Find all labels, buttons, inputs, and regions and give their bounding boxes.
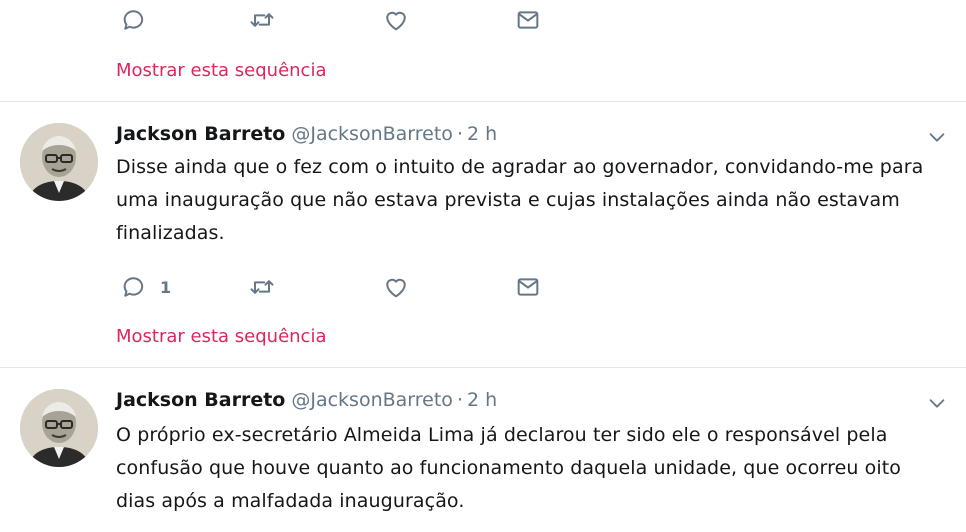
avatar-image (20, 123, 98, 201)
author-handle[interactable]: @JacksonBarreto (291, 389, 453, 411)
separator-dot: · (456, 123, 463, 145)
like-icon (386, 278, 406, 298)
tweet-actions (116, 5, 556, 35)
tweet-text: O próprio ex-secretário Almeida Lima já … (116, 424, 902, 512)
avatar-image (20, 389, 98, 467)
direct-message-icon (517, 278, 539, 296)
tweet-header: Jackson Barreto @JacksonBarreto · 2 h (116, 388, 497, 412)
tweet[interactable]: Jackson Barreto @JacksonBarreto · 2 h O pró… (0, 368, 966, 532)
tweet-actions: 1 (116, 272, 556, 302)
timestamp[interactable]: 2 h (467, 389, 497, 411)
chevron-down-icon (929, 133, 945, 142)
retweet-icon (250, 280, 274, 294)
tweet-menu-button[interactable] (926, 126, 948, 148)
retweet-button[interactable] (248, 5, 276, 35)
like-button[interactable] (382, 272, 410, 302)
avatar[interactable] (20, 389, 98, 467)
reply-button[interactable]: 1 (120, 272, 171, 302)
reply-button[interactable] (120, 5, 160, 35)
author-name[interactable]: Jackson Barreto (116, 123, 285, 145)
show-thread-link[interactable]: Mostrar esta sequência (116, 326, 327, 348)
timestamp[interactable]: 2 h (467, 123, 497, 145)
separator-dot: · (456, 389, 463, 411)
tweet-menu-button[interactable] (926, 392, 948, 414)
reply-count: 1 (160, 277, 172, 297)
direct-message-icon (517, 11, 539, 29)
reply-icon (123, 10, 144, 30)
tweet-header: Jackson Barreto @JacksonBarreto · 2 h (116, 122, 497, 146)
retweet-button[interactable] (248, 272, 276, 302)
direct-message-button[interactable] (514, 272, 542, 302)
author-name[interactable]: Jackson Barreto (116, 389, 285, 411)
author-handle[interactable]: @JacksonBarreto (291, 123, 453, 145)
like-icon (386, 11, 406, 31)
retweet-icon (250, 13, 274, 27)
tweet[interactable]: Jackson Barreto @JacksonBarreto · 2 h Disse… (0, 102, 966, 366)
reply-icon (123, 277, 144, 297)
tweet-previous: Mostrar esta sequência (0, 0, 966, 100)
avatar[interactable] (20, 123, 98, 201)
chevron-down-icon (929, 399, 945, 408)
direct-message-button[interactable] (514, 5, 542, 35)
tweet-text: Disse ainda que o fez com o intuito de a… (116, 156, 924, 244)
like-button[interactable] (382, 5, 410, 35)
show-thread-link[interactable]: Mostrar esta sequência (116, 60, 327, 82)
